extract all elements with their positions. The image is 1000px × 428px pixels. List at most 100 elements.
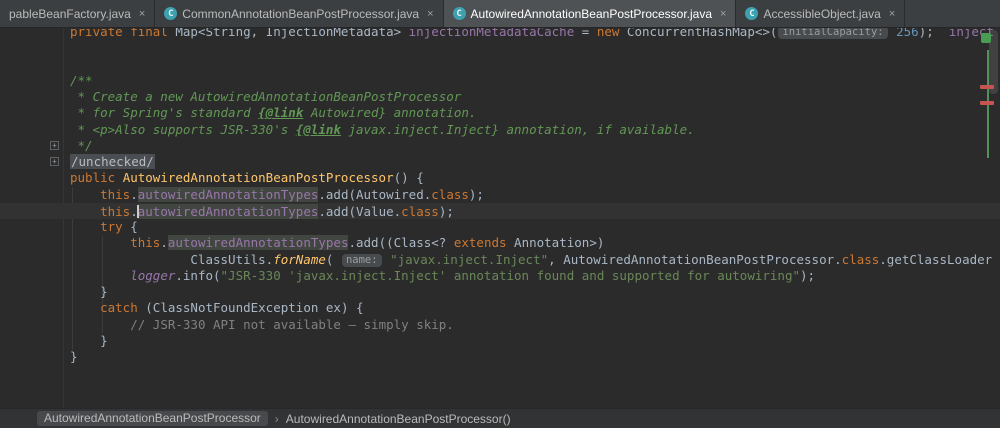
breadcrumb-class[interactable]: AutowiredAnnotationBeanPostProcessor [37,411,268,426]
code-token: extends [453,235,507,251]
breadcrumb-method[interactable]: AutowiredAnnotationBeanPostProcessor() [286,412,511,426]
code-token: ClassUtils. [70,251,274,267]
code-token: .getClassLoader [879,251,993,267]
code-token: ( [325,251,341,267]
editor[interactable]: private final Map<String, InjectionMetad… [0,0,1000,409]
code-line[interactable]: this.autowiredAnnotationTypes.add(Autowi… [0,186,1000,203]
code-token: * <p>Also supports JSR-330's [70,121,296,137]
tab-label: AccessibleObject.java [763,6,881,21]
code-token: public [70,170,123,186]
close-tab-icon[interactable]: × [889,8,895,20]
code-token: forName [273,251,326,267]
code-token: . [130,186,138,202]
code-token: try [100,219,123,234]
code-token: .add(Value. [318,203,402,219]
code-line[interactable]: * for Spring's standard {@link Autowired… [0,105,1000,121]
code-token: ); [800,267,816,283]
editor-tab[interactable]: C AccessibleObject.java × [736,0,906,27]
code-token: this [100,203,131,219]
breadcrumb-separator-icon: › [274,411,279,426]
java-class-icon: C [745,7,759,20]
java-class-icon: C [452,7,466,20]
inspections-indicator-icon[interactable] [981,33,991,43]
code-token: this [130,235,161,251]
parameter-hint: name: [341,253,382,267]
code-token: .add((Class<? [348,235,454,251]
code-token: autowiredAnnotationTypes [167,235,349,251]
code-token: AutowiredAnnotationBeanPostProcessor [122,170,394,186]
editor-tab[interactable]: C CommonAnnotationBeanPostProcessor.java × [155,0,444,27]
code-token: Autowired} annotation. [303,105,477,121]
code-token: () { [393,170,424,186]
code-line[interactable]: } [0,349,1000,365]
code-token: javax.inject.Inject} annotation, if avai… [340,121,695,137]
code-token: ); [468,186,484,202]
error-stripe-mark[interactable] [980,101,994,105]
code-line[interactable]: * <p>Also supports JSR-330's {@link java… [0,122,1000,138]
code-token: * for Spring's standard [70,105,259,121]
code-token: ); [438,203,454,219]
code-token: { [122,219,138,234]
code-line[interactable]: try { [0,219,1000,235]
code-token: class [841,251,880,267]
code-token: } [70,284,108,299]
code-token: "javax.inject.Inject" [390,251,549,267]
code-line[interactable]: ClassUtils.forName( name: "javax.inject.… [0,252,1000,268]
code-token: this [100,186,131,202]
tab-label: CommonAnnotationBeanPostProcessor.java [182,6,420,21]
code-line[interactable]: */ [0,138,1000,154]
code-line[interactable]: logger.info("JSR-330 'javax.inject.Injec… [0,268,1000,284]
fold-marker-plus-icon[interactable]: + [50,141,59,150]
tab-label: AutowiredAnnotationBeanPostProcessor.jav… [470,6,713,21]
code-token: class [431,186,469,202]
error-stripe-mark[interactable] [980,85,994,89]
code-token: catch [100,300,138,316]
fold-marker-plus-icon[interactable]: + [50,157,59,166]
code-token: , AutowiredAnnotationBeanPostProcessor. [548,251,842,267]
tab-bar: pableBeanFactory.java × C CommonAnnotationB… [0,0,1000,28]
code-token: {@link [258,105,304,121]
code-line[interactable]: public AutowiredAnnotationBeanPostProces… [0,170,1000,186]
code-token: /** [70,72,93,88]
editor-tab-active[interactable]: C AutowiredAnnotationBeanPostProcessor.ja… [443,0,737,27]
code-token: logger [130,267,176,283]
code-token: class [401,203,439,219]
code-line[interactable] [0,57,1000,73]
code-token: // JSR-330 API not available — simply sk… [130,316,454,332]
code-line[interactable]: } [0,284,1000,300]
code-token: "JSR-330 'javax.inject.Inject' annotatio… [220,267,801,283]
close-tab-icon[interactable]: × [720,8,726,20]
code-token: } [70,349,78,364]
code-token: /unchecked/ [70,154,155,169]
code-line-current[interactable]: this.autowiredAnnotationTypes.add(Value.… [0,202,1000,219]
code-token: . [160,235,168,251]
close-tab-icon[interactable]: × [139,8,145,20]
code-line[interactable] [0,40,1000,56]
code-line[interactable]: /** [0,73,1000,89]
code-line[interactable]: // JSR-330 API not available — simply sk… [0,317,1000,333]
code-token: * Create a new AutowiredAnnotationBeanPo… [70,89,462,104]
code-token: } [70,332,108,348]
code-token: */ [70,137,93,153]
code-line[interactable]: /unchecked/ [0,154,1000,170]
code-token: .info( [175,267,221,283]
close-tab-icon[interactable]: × [427,8,433,20]
code-token: {@link [295,121,341,137]
code-line[interactable]: * Create a new AutowiredAnnotationBeanPo… [0,89,1000,105]
java-class-icon: C [164,7,178,20]
code-line[interactable]: catch (ClassNotFoundException ex) { [0,300,1000,316]
code-line[interactable]: this.autowiredAnnotationTypes.add((Class… [0,235,1000,251]
editor-tab[interactable]: pableBeanFactory.java × [0,0,156,27]
code-line[interactable]: } [0,333,1000,349]
breadcrumb-bar: AutowiredAnnotationBeanPostProcessor › A… [0,408,1000,428]
code-token: .add(Autowired. [318,186,432,202]
code-area[interactable]: private final Map<String, InjectionMetad… [0,24,1000,365]
tab-label: pableBeanFactory.java [9,6,131,21]
code-token: autowiredAnnotationTypes [137,186,319,202]
